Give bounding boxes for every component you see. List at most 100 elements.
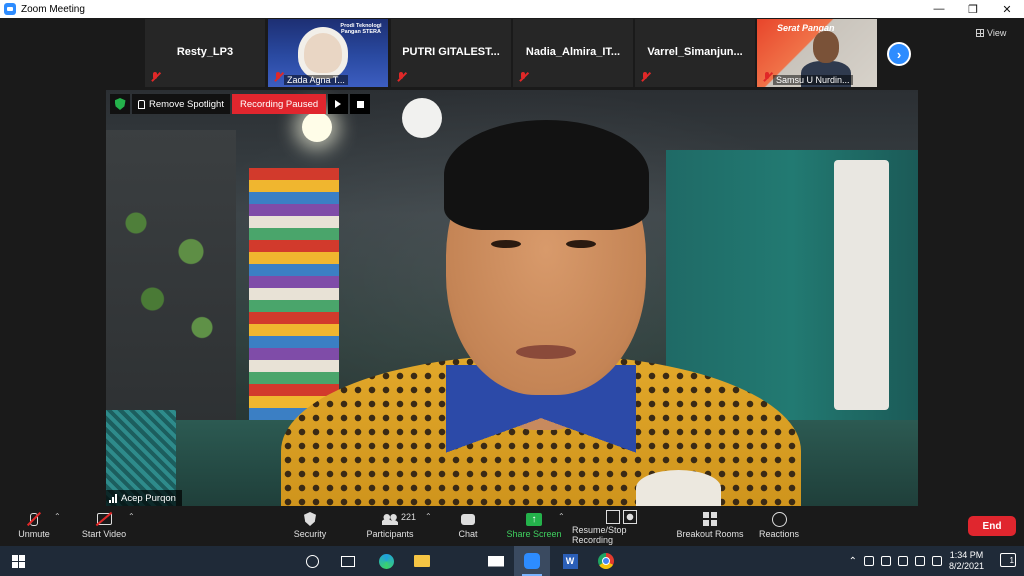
- unmute-button[interactable]: Unmute: [14, 509, 54, 545]
- breakout-rooms-button[interactable]: Breakout Rooms: [676, 509, 744, 545]
- connection-signal-icon: [109, 493, 117, 503]
- next-page-button[interactable]: ›: [887, 42, 911, 66]
- participant-tile-resty[interactable]: Resty_LP3: [145, 19, 265, 87]
- participants-label: Participants: [366, 529, 414, 539]
- folder-icon: [414, 555, 430, 567]
- taskbar-file-explorer[interactable]: [404, 546, 440, 576]
- remove-spotlight-label: Remove Spotlight: [149, 98, 224, 110]
- taskbar-word[interactable]: W: [552, 546, 588, 576]
- show-hidden-icons-chevron-icon[interactable]: ⌃: [849, 556, 857, 567]
- encryption-shield-icon[interactable]: [110, 94, 130, 114]
- taskbar-zoom[interactable]: [514, 546, 550, 576]
- edge-icon: [378, 553, 394, 569]
- volume-icon[interactable]: [931, 556, 942, 566]
- mic-muted-icon: [150, 72, 160, 82]
- stop-recording-button[interactable]: [350, 94, 371, 114]
- pin-icon: [138, 99, 145, 109]
- scene-lamp: [402, 98, 442, 138]
- breakout-rooms-icon: [698, 509, 722, 529]
- scene-board: [834, 160, 889, 410]
- gallery-strip: Resty_LP3 Prodi Teknologi Pangan STERA Z…: [0, 18, 1024, 90]
- share-options-chevron-icon[interactable]: ⌃: [558, 512, 565, 521]
- participant-tile-samsu[interactable]: Serat Pangan Samsu U Nurdin...: [757, 19, 877, 87]
- taskbar-edge[interactable]: [368, 546, 404, 576]
- search-button[interactable]: [294, 546, 330, 576]
- recording-controls-icon: [601, 509, 641, 525]
- mic-muted-icon: [396, 72, 406, 82]
- video-banner-text: Prodi Teknologi Pangan STERA: [340, 23, 382, 35]
- participant-name: Zada Agna T...: [284, 75, 348, 85]
- participant-tile-zada[interactable]: Prodi Teknologi Pangan STERA Zada Agna T…: [268, 19, 388, 87]
- breakout-rooms-label: Breakout Rooms: [676, 529, 744, 539]
- start-button[interactable]: [0, 546, 36, 576]
- spotlight-video: Remove Spotlight Recording Paused Acep P…: [106, 90, 918, 506]
- participant-name: Nadia_Almira_IT...: [525, 46, 621, 58]
- participant-tile-nadia[interactable]: Nadia_Almira_IT...: [513, 19, 633, 87]
- participant-name: Resty_LP3: [176, 46, 234, 58]
- zoom-logo-icon: [4, 3, 16, 15]
- network-icon[interactable]: [914, 556, 925, 566]
- participant-video: [304, 33, 342, 73]
- resume-stop-recording-button[interactable]: Resume/Stop Recording: [572, 509, 670, 545]
- windows-taskbar: W ⌃ 1:34 PM 8/2/2021 1: [0, 546, 1024, 576]
- meeting-toolbar: Unmute ⌃ Start Video ⌃ Security Particip…: [0, 506, 1024, 546]
- mic-muted-icon: [518, 72, 528, 82]
- video-overlay-controls: Remove Spotlight Recording Paused: [110, 94, 371, 114]
- view-button[interactable]: View: [976, 25, 1006, 41]
- speaker-name: Acep Purqon: [121, 492, 176, 504]
- participant-tile-varrel[interactable]: Varrel_Simanjun...: [635, 19, 755, 87]
- restore-button[interactable]: ❐: [956, 0, 990, 18]
- microphone-icon[interactable]: [863, 556, 874, 566]
- mail-icon: [488, 555, 504, 567]
- search-icon: [305, 554, 319, 568]
- chat-label: Chat: [458, 529, 478, 539]
- start-video-label: Start Video: [81, 529, 127, 539]
- taskbar-mail[interactable]: [478, 546, 514, 576]
- chat-icon: [456, 509, 480, 529]
- share-screen-button[interactable]: Share Screen: [506, 509, 562, 545]
- resume-recording-button[interactable]: [328, 94, 349, 114]
- speaker-eye: [566, 240, 596, 248]
- participant-name: Varrel_Simanjun...: [647, 46, 743, 58]
- participants-count: 221: [401, 512, 417, 522]
- scene-light: [302, 112, 332, 142]
- speaker-name-label: Acep Purqon: [106, 490, 182, 506]
- taskbar-clock[interactable]: 1:34 PM 8/2/2021: [949, 550, 984, 572]
- notification-count: 1: [1009, 555, 1014, 565]
- end-meeting-button[interactable]: End: [968, 516, 1016, 536]
- battery-icon[interactable]: [897, 556, 908, 566]
- reactions-icon: [767, 509, 791, 529]
- mic-muted-icon: [762, 72, 772, 82]
- chat-button[interactable]: Chat: [452, 509, 484, 545]
- speaker-mouth: [516, 345, 576, 359]
- security-label: Security: [293, 529, 327, 539]
- audio-options-chevron-icon[interactable]: ⌃: [54, 512, 61, 521]
- shield-icon: [298, 509, 322, 529]
- security-button[interactable]: Security: [290, 509, 330, 545]
- reactions-button[interactable]: Reactions: [757, 509, 801, 545]
- participant-face: [813, 31, 839, 63]
- mic-off-icon: [22, 509, 46, 529]
- video-off-icon: [92, 509, 116, 529]
- task-view-button[interactable]: [330, 546, 366, 576]
- clock-date: 8/2/2021: [948, 561, 984, 571]
- app-tray-icon[interactable]: [880, 556, 891, 566]
- video-options-chevron-icon[interactable]: ⌃: [128, 512, 135, 521]
- view-label: View: [987, 28, 1007, 38]
- participant-name: PUTRI GITALEST...: [402, 46, 500, 58]
- windows-icon: [11, 554, 25, 568]
- recording-label: Resume/Stop Recording: [572, 525, 627, 545]
- recording-status-badge: Recording Paused: [231, 94, 327, 114]
- start-video-button[interactable]: Start Video: [78, 509, 130, 545]
- minimize-button[interactable]: —: [922, 0, 956, 18]
- close-button[interactable]: ✕: [990, 0, 1024, 18]
- taskbar-chrome[interactable]: [588, 546, 624, 576]
- remove-spotlight-button[interactable]: Remove Spotlight: [132, 94, 230, 114]
- share-screen-label: Share Screen: [506, 529, 562, 539]
- notification-center-button[interactable]: 1: [1000, 553, 1016, 567]
- scene-plants: [114, 185, 224, 375]
- participants-options-chevron-icon[interactable]: ⌃: [425, 512, 432, 521]
- zoom-window: Zoom Meeting — ❐ ✕ Resty_LP3 Prodi Tekno…: [0, 0, 1024, 576]
- participant-tile-putri[interactable]: PUTRI GITALEST...: [391, 19, 511, 87]
- speaker-hand: [636, 470, 721, 506]
